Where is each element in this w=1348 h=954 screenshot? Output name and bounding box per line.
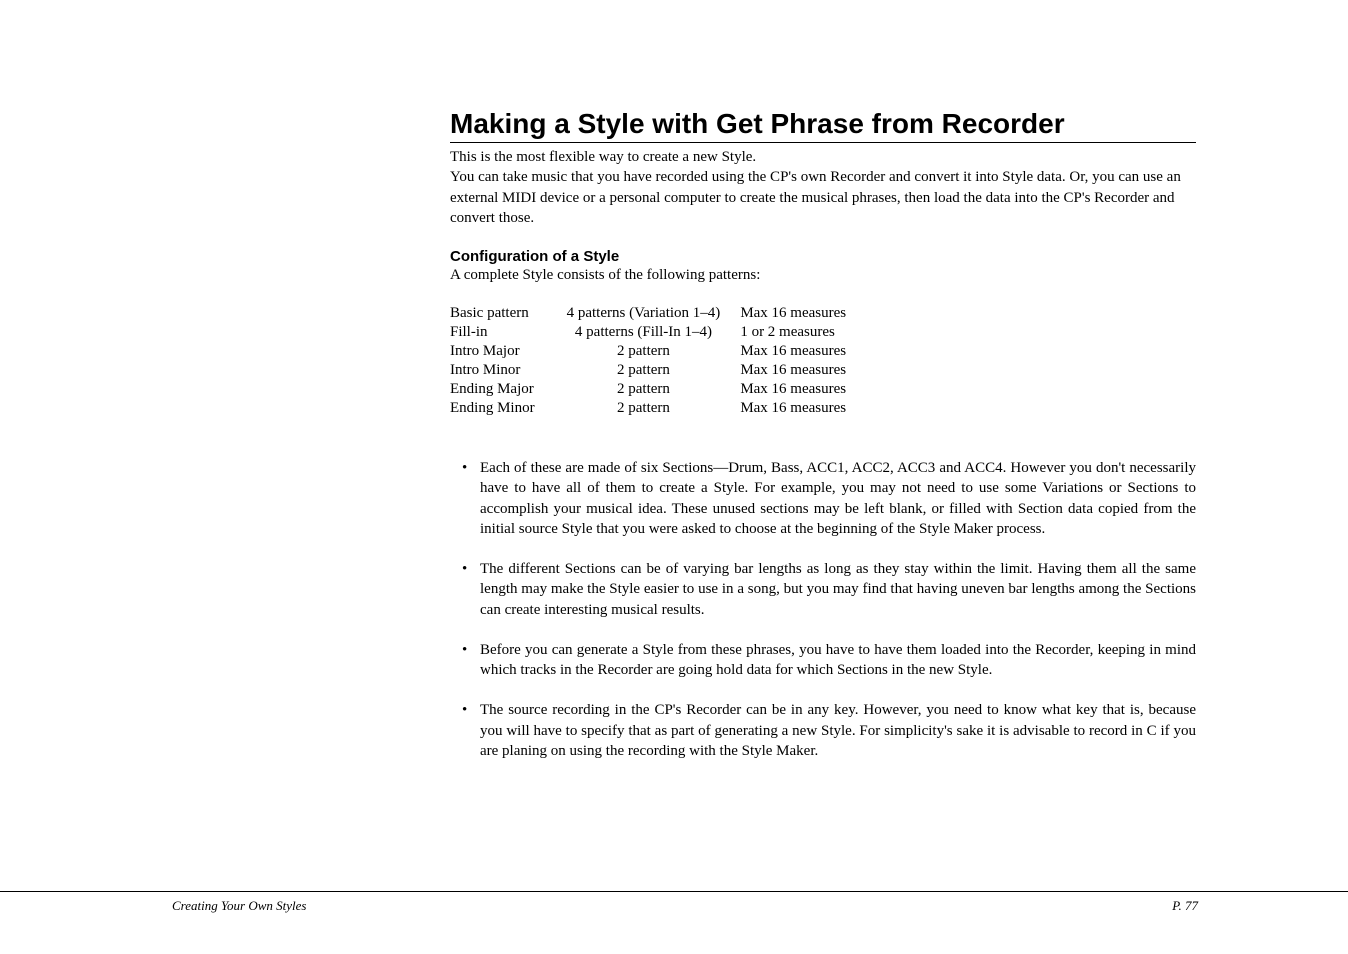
pattern-measures: Max 16 measures [740, 399, 858, 418]
table-row: Basic pattern 4 patterns (Variation 1–4)… [450, 304, 858, 323]
config-desc: A complete Style consists of the followi… [450, 267, 1196, 284]
table-row: Intro Major 2 pattern Max 16 measures [450, 342, 858, 361]
pattern-measures: Max 16 measures [740, 342, 858, 361]
pattern-name: Basic pattern [450, 304, 547, 323]
pattern-table: Basic pattern 4 patterns (Variation 1–4)… [450, 304, 858, 418]
pattern-count: 4 patterns (Fill-In 1–4) [547, 323, 741, 342]
pattern-measures: Max 16 measures [740, 361, 858, 380]
pattern-name: Ending Major [450, 380, 547, 399]
pattern-name: Ending Minor [450, 399, 547, 418]
footer-section-title: Creating Your Own Styles [172, 898, 306, 914]
pattern-measures: 1 or 2 measures [740, 323, 858, 342]
pattern-count: 2 pattern [547, 399, 741, 418]
pattern-count: 2 pattern [547, 342, 741, 361]
table-row: Ending Major 2 pattern Max 16 measures [450, 380, 858, 399]
intro-text: This is the most flexible way to create … [450, 147, 1196, 228]
pattern-measures: Max 16 measures [740, 304, 858, 323]
page-footer: Creating Your Own Styles P. 77 [0, 891, 1348, 920]
pattern-count: 2 pattern [547, 380, 741, 399]
page-content: Making a Style with Get Phrase from Reco… [450, 108, 1196, 781]
pattern-name: Intro Major [450, 342, 547, 361]
pattern-measures: Max 16 measures [740, 380, 858, 399]
config-subheading: Configuration of a Style [450, 248, 1196, 265]
bullet-item: Before you can generate a Style from the… [450, 640, 1196, 681]
pattern-count: 2 pattern [547, 361, 741, 380]
table-row: Fill-in 4 patterns (Fill-In 1–4) 1 or 2 … [450, 323, 858, 342]
bullet-item: The source recording in the CP's Recorde… [450, 700, 1196, 761]
main-heading: Making a Style with Get Phrase from Reco… [450, 108, 1196, 143]
bullet-item: Each of these are made of six Sections—D… [450, 458, 1196, 539]
pattern-name: Intro Minor [450, 361, 547, 380]
footer-page-number: P. 77 [1172, 898, 1198, 914]
pattern-count: 4 patterns (Variation 1–4) [547, 304, 741, 323]
table-row: Ending Minor 2 pattern Max 16 measures [450, 399, 858, 418]
bullet-item: The different Sections can be of varying… [450, 559, 1196, 620]
pattern-name: Fill-in [450, 323, 547, 342]
table-row: Intro Minor 2 pattern Max 16 measures [450, 361, 858, 380]
